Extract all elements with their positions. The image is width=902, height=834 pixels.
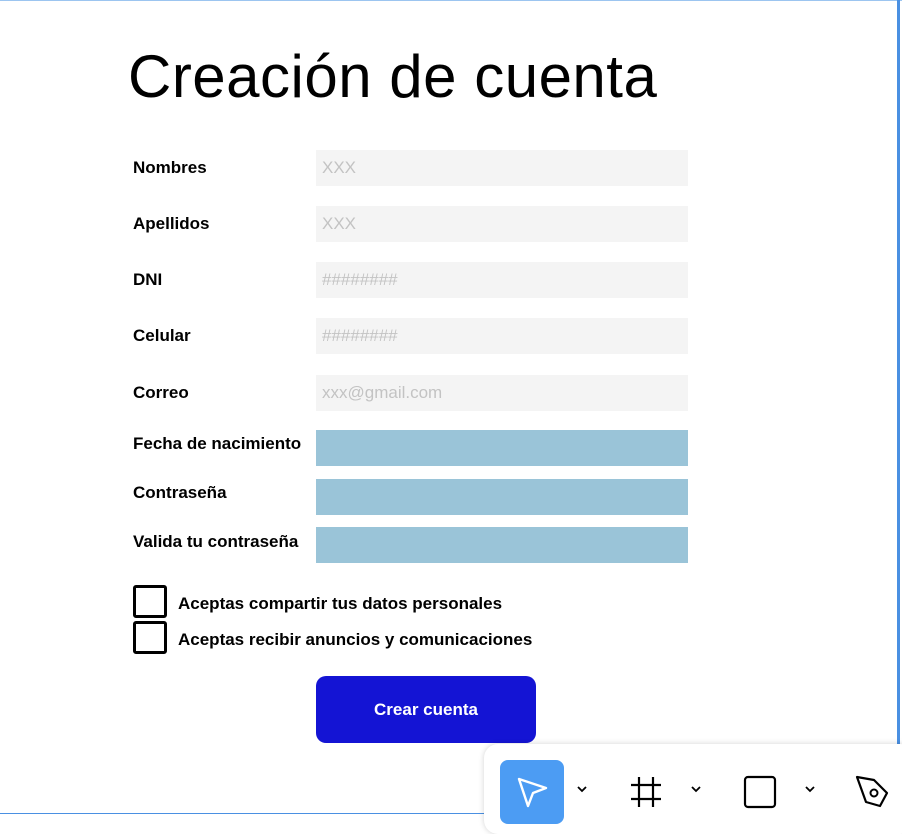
compartir-datos-label: Aceptas compartir tus datos personales: [178, 594, 503, 613]
shape-tool-button[interactable]: [728, 760, 792, 824]
page-title: Creación de cuenta: [128, 43, 658, 110]
move-tool-button[interactable]: [500, 760, 564, 824]
valida-contrasena-input[interactable]: [316, 527, 688, 563]
frame-tool-button[interactable]: [614, 760, 678, 824]
fecha-nacimiento-label: Fecha de nacimiento: [133, 434, 302, 453]
dni-label: DNI: [133, 270, 163, 289]
crear-cuenta-button[interactable]: Crear cuenta: [316, 676, 536, 743]
celular-input[interactable]: [316, 318, 688, 354]
recibir-anuncios-checkbox[interactable]: [133, 621, 167, 654]
frame-border-top: [0, 0, 902, 1]
pointer-arrow-icon: [517, 777, 548, 808]
celular-label: Celular: [133, 326, 191, 345]
chevron-down-icon: [577, 786, 587, 793]
frame-grid-icon: [631, 777, 661, 807]
apellidos-label: Apellidos: [133, 214, 210, 233]
design-toolbar: [484, 744, 902, 834]
fecha-nacimiento-input[interactable]: [316, 430, 688, 466]
frame-border-right: [897, 0, 900, 816]
contrasena-label: Contraseña: [133, 483, 227, 502]
nombres-input[interactable]: [316, 150, 688, 186]
rectangle-icon: [743, 775, 777, 809]
nombres-label: Nombres: [133, 158, 207, 177]
chevron-down-icon: [805, 786, 815, 793]
contrasena-input[interactable]: [316, 479, 688, 515]
move-tool-dropdown[interactable]: [575, 782, 589, 796]
pen-tool-button[interactable]: [840, 760, 902, 824]
pen-tool-icon: [855, 775, 889, 808]
valida-contrasena-label: Valida tu contraseña: [133, 532, 299, 551]
frame-tool-dropdown[interactable]: [689, 782, 703, 796]
dni-input[interactable]: [316, 262, 688, 298]
chevron-down-icon: [691, 786, 701, 793]
correo-label: Correo: [133, 383, 189, 402]
correo-input[interactable]: [316, 375, 688, 411]
apellidos-input[interactable]: [316, 206, 688, 242]
compartir-datos-checkbox[interactable]: [133, 585, 167, 618]
shape-tool-dropdown[interactable]: [803, 782, 817, 796]
recibir-anuncios-label: Aceptas recibir anuncios y comunicacione…: [178, 630, 533, 649]
